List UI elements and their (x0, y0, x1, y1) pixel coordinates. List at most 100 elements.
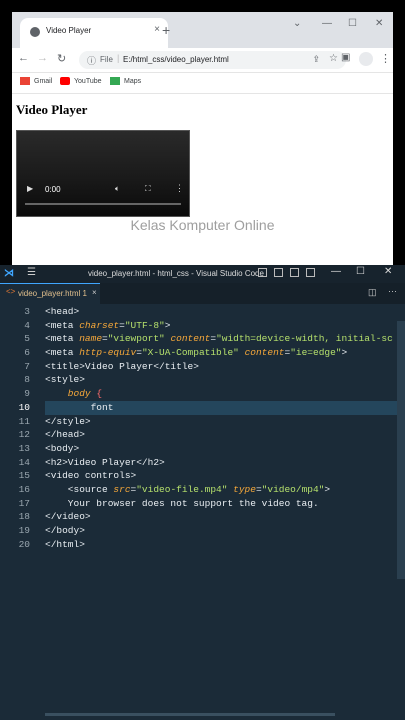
line-number: 7 (24, 360, 30, 372)
code-line[interactable]: 5 <meta name="viewport" content="width=de… (0, 332, 405, 346)
code-line[interactable]: 7 <title>Video Player</title> (0, 360, 405, 374)
code-line[interactable]: 17 Your browser does not support the vid… (0, 497, 405, 511)
new-tab-button[interactable]: + (162, 22, 170, 38)
tab-strip: Video Player × + ⌄ — ☐ ✕ (12, 12, 393, 48)
video-progress-bar[interactable] (25, 203, 181, 205)
code-token: </video> (45, 511, 91, 523)
code-token: content (170, 333, 211, 345)
code-token: type (233, 483, 256, 495)
code-line[interactable]: 16 <source src="video-file.mp4" type="vi… (0, 483, 405, 497)
vertical-scrollbar[interactable] (397, 321, 405, 579)
code-line[interactable]: 11 </style> (0, 415, 405, 429)
bookmark-maps[interactable]: Maps (110, 77, 141, 85)
code-token: Your browser does not support the video … (45, 497, 319, 509)
code-line[interactable]: 8 <style> (0, 373, 405, 387)
layout-secondary-icon[interactable] (290, 268, 299, 277)
bookmark-gmail[interactable]: Gmail (20, 77, 52, 85)
code-line[interactable]: 13 <body> (0, 442, 405, 456)
code-token: "UTF-8" (124, 319, 165, 331)
horizontal-scrollbar[interactable] (45, 713, 335, 716)
back-icon[interactable]: ← (18, 52, 29, 64)
code-token: </style> (45, 415, 91, 427)
code-token: <source (45, 483, 114, 495)
url-divider: | (117, 53, 120, 63)
line-code: <source src="video-file.mp4" type="video… (45, 483, 330, 497)
close-window-button[interactable]: ✕ (375, 18, 383, 29)
video-time: 0:00 (45, 185, 61, 194)
more-actions-icon[interactable]: ··· (388, 286, 397, 296)
share-icon[interactable]: ⇪ (312, 54, 320, 65)
line-code: body { (45, 387, 102, 401)
line-number: 5 (24, 333, 30, 345)
line-code: Your browser does not support the video … (45, 497, 319, 511)
layout-sidebar-icon[interactable] (258, 268, 267, 277)
bookmark-youtube[interactable]: YouTube (60, 77, 102, 85)
line-number: 10 (18, 401, 30, 413)
url-text[interactable]: E:/html_css/video_player.html (123, 55, 229, 64)
menu-dots-icon[interactable]: ⋮ (380, 52, 391, 65)
code-line[interactable]: 12 </head> (0, 428, 405, 442)
code-line[interactable]: 15 <video controls> (0, 469, 405, 483)
code-line[interactable]: 9 body { (0, 387, 405, 401)
code-line[interactable]: 18 </video> (0, 510, 405, 524)
code-token: <meta (45, 319, 80, 331)
code-lines: 3 <head> 4 <meta charset="UTF-8"> 5 <meta nam… (0, 305, 405, 551)
code-line[interactable]: 20 </html> (0, 538, 405, 552)
tab-search-icon[interactable]: ⌄ (293, 18, 301, 29)
editor-tab-video-player[interactable]: <> video_player.html 1 × (0, 283, 100, 304)
code-token: charset (79, 319, 120, 331)
vscode-maximize-button[interactable]: ☐ (356, 266, 365, 277)
minimize-button[interactable]: — (322, 18, 332, 29)
code-line[interactable]: 14 <h2>Video Player</h2> (0, 456, 405, 470)
code-line[interactable]: 3 <head> (0, 305, 405, 319)
code-token: "ie=edge" (290, 347, 342, 359)
vscode-logo-icon: ⋊ (4, 268, 14, 279)
url-scheme: File (100, 55, 113, 64)
code-line[interactable]: 6 <meta http-equiv="X-UA-Compatible" cont… (0, 346, 405, 360)
vscode-close-button[interactable]: ✕ (384, 266, 392, 277)
line-number: 18 (18, 511, 30, 523)
info-icon[interactable]: ⓘ (87, 54, 96, 67)
split-editor-icon[interactable]: ◫ (368, 287, 377, 298)
code-token: name (79, 333, 103, 345)
layout-panel-icon[interactable] (274, 268, 283, 277)
code-token: "video-file.mp4" (136, 483, 228, 495)
vscode-titlebar: ⋊ ☰ video_player.html - html_css - Visua… (0, 265, 405, 283)
fullscreen-icon[interactable]: ⛶ (145, 184, 151, 194)
line-code: <video controls> (45, 469, 136, 483)
video-player[interactable]: ▶ 0:00 🔈︎ ⛶ ⋮ (16, 130, 190, 217)
browser-tab[interactable]: Video Player × (20, 18, 168, 48)
volume-icon[interactable]: 🔈︎ (115, 184, 120, 194)
close-tab-icon[interactable]: × (154, 24, 160, 35)
code-token: content (244, 347, 285, 359)
code-line[interactable]: 19 </body> (0, 524, 405, 538)
bookmark-star-icon[interactable]: ☆ (329, 53, 338, 64)
line-number: 4 (24, 319, 30, 331)
reload-icon[interactable]: ↻ (57, 52, 66, 65)
editor-tab-close-icon[interactable]: × (92, 288, 97, 297)
maximize-button[interactable]: ☐ (348, 18, 357, 29)
line-code: </video> (45, 510, 91, 524)
hamburger-menu-icon[interactable]: ☰ (27, 267, 36, 278)
profile-avatar[interactable] (359, 52, 373, 66)
video-more-icon[interactable]: ⋮ (175, 183, 184, 194)
tab-title: Video Player (46, 26, 92, 35)
code-token: > (324, 483, 331, 495)
customize-layout-icon[interactable] (306, 268, 315, 277)
line-number: 12 (18, 429, 30, 441)
code-line[interactable]: 10 font (0, 400, 405, 415)
line-code: <meta http-equiv="X-UA-Compatible" conte… (45, 346, 347, 360)
address-bar[interactable]: ⓘ File | E:/html_css/video_player.html ⇪… (79, 51, 346, 69)
side-panel-icon[interactable]: ▣ (341, 52, 350, 63)
forward-icon[interactable]: → (37, 52, 48, 64)
code-token: { (96, 388, 103, 400)
code-token: "video/mp4" (261, 483, 325, 495)
vscode-minimize-button[interactable]: — (331, 266, 341, 277)
code-line[interactable]: 4 <meta charset="UTF-8"> (0, 319, 405, 333)
code-token: http-equiv (79, 347, 137, 359)
line-number: 8 (24, 374, 30, 386)
code-editor[interactable]: 3 <head> 4 <meta charset="UTF-8"> 5 <meta nam… (0, 305, 405, 720)
code-token: <title>Video Player</title> (45, 360, 199, 372)
play-icon[interactable]: ▶ (27, 184, 33, 193)
code-token: font (45, 401, 114, 413)
